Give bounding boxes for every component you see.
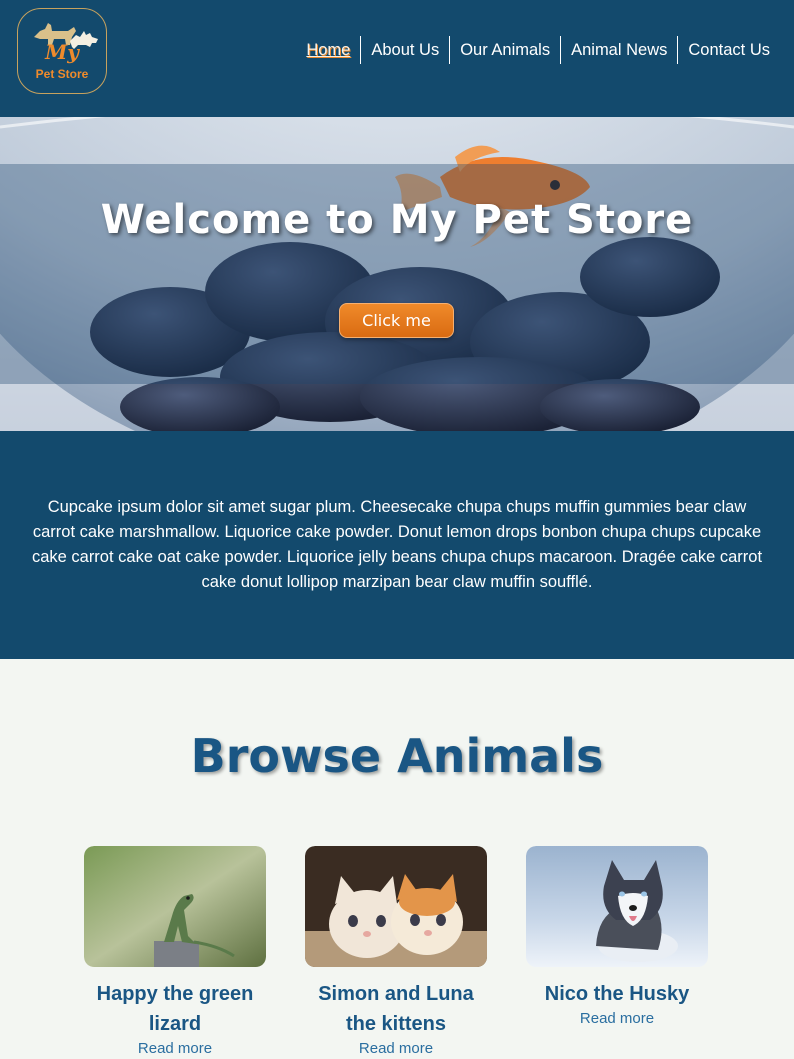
intro-text: Cupcake ipsum dolor sit amet sugar plum.…: [31, 498, 763, 591]
animal-card-husky: Nico the Husky Read more: [526, 846, 708, 1029]
site-header: My Pet Store Home About Us Our Animals A…: [0, 0, 794, 117]
nav-contact-us[interactable]: Contact Us: [677, 36, 780, 64]
hero-banner: Welcome to My Pet Store Click me: [0, 117, 794, 431]
read-more-link[interactable]: Read more: [526, 1009, 708, 1029]
read-more-link[interactable]: Read more: [305, 1039, 487, 1059]
browse-section: Browse Animals Happy the green lizard Re…: [0, 659, 794, 1059]
read-more-link[interactable]: Read more: [84, 1039, 266, 1059]
hero-title: Welcome to My Pet Store: [100, 197, 694, 243]
click-me-button[interactable]: Click me: [339, 303, 454, 338]
card-title: Nico the Husky: [544, 983, 690, 1005]
kittens-photo[interactable]: [305, 846, 487, 967]
nav-our-animals[interactable]: Our Animals: [449, 36, 560, 64]
site-logo[interactable]: My Pet Store: [17, 8, 107, 94]
nav-about-us[interactable]: About Us: [360, 36, 449, 64]
main-nav: Home About Us Our Animals Animal News Co…: [296, 36, 780, 64]
animal-card-kittens: Simon and Luna the kittens Read more: [305, 846, 487, 1059]
lizard-photo[interactable]: [84, 846, 266, 967]
logo-title: My: [45, 40, 79, 64]
animal-card-lizard: Happy the green lizard Read more: [84, 846, 266, 1059]
logo-subtitle: Pet Store: [35, 67, 89, 81]
card-title: Happy the green lizard: [96, 983, 254, 1035]
nav-animal-news[interactable]: Animal News: [560, 36, 677, 64]
nav-home[interactable]: Home: [296, 36, 360, 64]
husky-photo[interactable]: [526, 846, 708, 967]
intro-section: Cupcake ipsum dolor sit amet sugar plum.…: [0, 431, 794, 659]
browse-title: Browse Animals: [190, 729, 604, 783]
card-title: Simon and Luna the kittens: [318, 983, 474, 1035]
